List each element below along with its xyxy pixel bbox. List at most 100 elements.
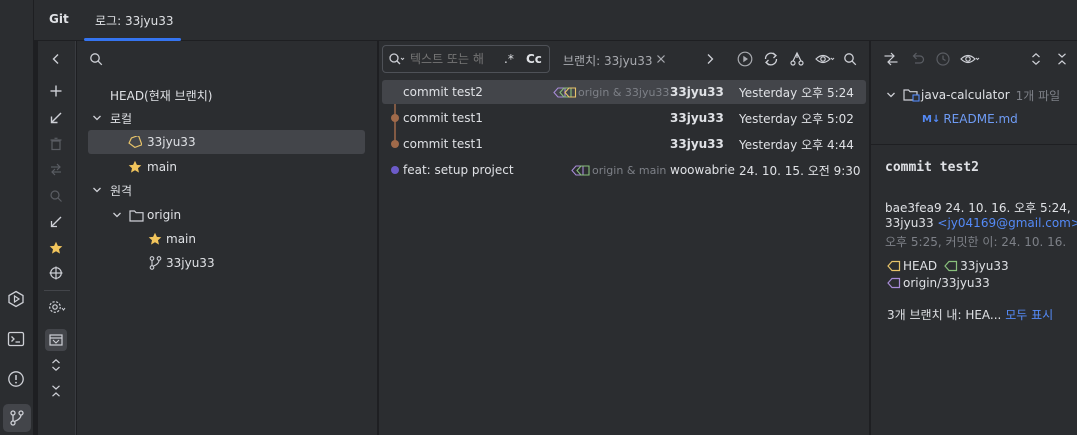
changed-repo-node[interactable]: java-calculator 1개 파일: [884, 84, 1074, 106]
commit-author: 33jyu33: [670, 85, 724, 99]
chevron-down-icon: [110, 208, 124, 222]
details-divider: [871, 144, 1077, 145]
branch-local-33jyu33[interactable]: 33jyu33: [88, 130, 365, 154]
revert-icon[interactable]: [908, 50, 926, 68]
ref-remote: origin/33jyu33: [903, 276, 990, 290]
branch-toolbar: [38, 41, 76, 435]
commit-message: feat: setup project: [403, 163, 514, 177]
tag-icon: [886, 276, 901, 290]
author-name: 33jyu33: [885, 216, 934, 230]
contained-in-line: 3개 브랜치 내: HEA... 모두 표시: [887, 306, 1053, 323]
text-filter-input[interactable]: [410, 49, 496, 69]
tag-icon: [571, 163, 591, 177]
branch-head-label: HEAD(현재 브랜치): [110, 88, 213, 103]
collapse-panel-icon[interactable]: [47, 50, 65, 68]
changed-file-node[interactable]: M↓ README.md: [884, 108, 1074, 130]
commit-refs: origin & main: [592, 163, 667, 177]
branch-label: 33jyu33: [147, 135, 196, 149]
commit-author: 33jyu33: [670, 137, 724, 151]
ref-head: HEAD: [903, 259, 938, 273]
refresh-icon[interactable]: [762, 50, 780, 68]
git-tool-icon[interactable]: [3, 404, 31, 432]
run-services-icon[interactable]: [5, 288, 27, 310]
commit-date: 24. 10. 15. 오전 9:30: [739, 163, 861, 178]
tag-icon: [886, 259, 901, 273]
tab-log[interactable]: 로그: 33jyu33: [84, 0, 185, 41]
view-options-icon[interactable]: [958, 50, 982, 68]
commit-row[interactable]: commit test1 33jyu33 Yesterday 오후 5:02: [382, 106, 866, 130]
search-icon[interactable]: [842, 50, 858, 68]
locate-branch-icon[interactable]: [47, 264, 65, 282]
search-branch-icon[interactable]: [47, 187, 65, 205]
chevron-down-icon: [884, 88, 898, 102]
cherry-pick-icon[interactable]: [736, 50, 754, 68]
branch-head[interactable]: HEAD(현재 브랜치): [88, 84, 365, 106]
branch-label: main: [147, 160, 177, 174]
collapse-all-icon[interactable]: [1054, 50, 1070, 68]
commit-message: commit test2: [403, 85, 483, 99]
branch-label: main: [166, 232, 196, 246]
branch-filter-label: 브랜치: 33jyu33: [563, 54, 653, 68]
contained-in-text: 3개 브랜치 내: HEA...: [887, 308, 1002, 322]
merge-icon[interactable]: [788, 50, 806, 68]
branch-filter[interactable]: 브랜치: 33jyu33: [563, 52, 653, 69]
toolbar-separator: [44, 290, 70, 291]
expand-all-icon[interactable]: [47, 356, 65, 374]
commit-row[interactable]: feat: setup project origin & main woowab…: [382, 158, 866, 182]
compare-branch-icon[interactable]: [47, 160, 65, 178]
group-by-repository-icon[interactable]: [45, 329, 67, 351]
favorite-star-icon[interactable]: [47, 239, 65, 257]
regex-toggle[interactable]: .*: [504, 52, 514, 66]
commit-refs: origin & 33jyu33: [578, 85, 670, 99]
commit-author: woowabrie: [670, 163, 735, 177]
commit-author-line: 33jyu33 <jy04169@gmail.com>: [885, 216, 1077, 230]
search-icon[interactable]: [88, 51, 104, 67]
fetch-icon[interactable]: [47, 213, 65, 231]
settings-icon[interactable]: [47, 298, 67, 316]
collapse-all-icon[interactable]: [47, 382, 65, 400]
terminal-icon[interactable]: [5, 328, 27, 350]
ref-branch: 33jyu33: [960, 259, 1009, 273]
match-case-toggle[interactable]: Cc: [526, 52, 542, 66]
view-options-icon[interactable]: [814, 50, 836, 68]
close-icon[interactable]: [654, 51, 668, 67]
new-branch-icon[interactable]: [47, 82, 65, 100]
remote-folder-label: origin: [147, 208, 182, 222]
ref-labels: HEAD 33jyu33: [886, 259, 1009, 273]
ref-remote-line: origin/33jyu33: [886, 276, 990, 290]
update-branch-icon[interactable]: [47, 109, 65, 127]
chevron-down-icon: [90, 111, 104, 125]
tool-window-header: [34, 0, 1077, 41]
remote-branches-group[interactable]: 원격: [88, 179, 365, 201]
commit-message: commit test1: [403, 137, 483, 151]
git-tool-title: Git: [49, 12, 69, 26]
tag-icon: [128, 135, 142, 149]
markdown-icon: M↓: [922, 113, 941, 125]
history-icon[interactable]: [934, 50, 952, 68]
branch-local-main[interactable]: main: [88, 156, 365, 178]
branch-label: 33jyu33: [166, 256, 215, 270]
module-folder-icon: [902, 88, 920, 102]
branch-icon: [148, 256, 162, 270]
delete-branch-icon[interactable]: [47, 135, 65, 153]
file-name: README.md: [943, 112, 1018, 126]
show-all-link[interactable]: 모두 표시: [1005, 308, 1053, 322]
commit-message: commit test1: [403, 111, 483, 125]
chevron-right-icon[interactable]: [702, 51, 718, 67]
local-branches-group[interactable]: 로컬: [88, 107, 365, 129]
commit-date: Yesterday 오후 5:24: [739, 85, 854, 100]
star-icon: [128, 160, 142, 174]
expand-all-icon[interactable]: [1028, 50, 1044, 68]
commit-row[interactable]: commit test1 33jyu33 Yesterday 오후 4:44: [382, 132, 866, 156]
remote-origin-folder[interactable]: origin: [88, 204, 365, 226]
commit-row[interactable]: commit test2 origin & 33jyu33 33jyu33 Ye…: [382, 80, 866, 104]
problems-icon[interactable]: [5, 368, 27, 390]
commit-title: commit test2: [885, 160, 979, 175]
compare-icon[interactable]: [882, 50, 900, 68]
branch-remote-33jyu33[interactable]: 33jyu33: [88, 252, 365, 274]
commit-hash-line[interactable]: bae3fea9 24. 10. 16. 오후 5:24,: [885, 199, 1071, 216]
author-email-link[interactable]: <jy04169@gmail.com>: [937, 216, 1077, 230]
branch-remote-main[interactable]: main: [88, 228, 365, 250]
folder-icon: [128, 208, 144, 222]
search-history-icon[interactable]: [388, 51, 406, 67]
